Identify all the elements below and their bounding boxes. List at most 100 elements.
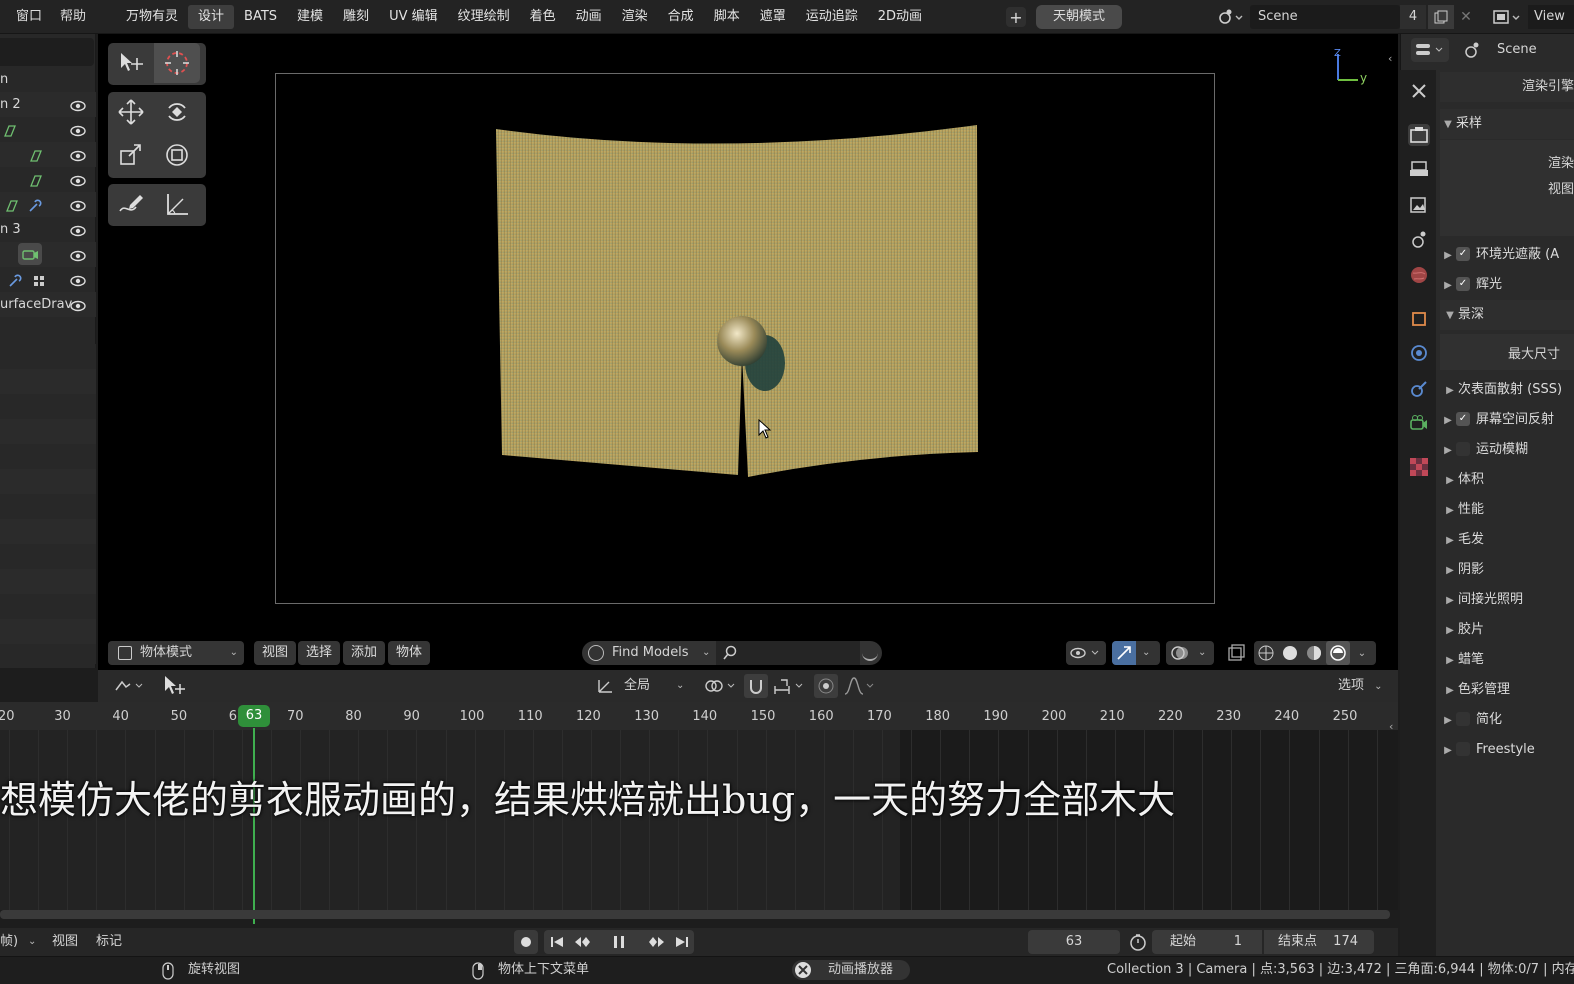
- scale-tool-icon[interactable]: [108, 135, 154, 175]
- section-checkbox[interactable]: ✓: [1456, 411, 1470, 426]
- scene-name-field[interactable]: Scene: [1250, 5, 1400, 29]
- visibility-eye-icon[interactable]: [70, 97, 86, 112]
- pause-icon[interactable]: [594, 930, 644, 954]
- next-keyframe-icon[interactable]: [644, 930, 669, 954]
- physics-tab-icon[interactable]: [1408, 342, 1430, 364]
- workspace-tab-2[interactable]: BATS: [234, 5, 287, 29]
- properties-section-header[interactable]: ▶ 运动模糊: [1440, 435, 1574, 465]
- view-layer-tab-icon[interactable]: [1408, 194, 1430, 216]
- shelf-toggle-icon[interactable]: [862, 645, 878, 661]
- menu-select[interactable]: 选择: [298, 641, 341, 665]
- world-tab-icon[interactable]: [1408, 264, 1430, 286]
- outliner-row[interactable]: urfaceDrav: [0, 292, 96, 317]
- workspace-tab-12[interactable]: 遮罩: [750, 5, 796, 29]
- outliner-filter-field[interactable]: [0, 38, 94, 66]
- visibility-dropdown[interactable]: [1066, 641, 1106, 665]
- snap-target-dropdown-icon[interactable]: [772, 674, 808, 698]
- workspace-tab-0[interactable]: 万物有灵: [116, 5, 188, 29]
- visibility-eye-icon[interactable]: [70, 147, 86, 162]
- outliner-row[interactable]: [0, 242, 96, 267]
- workspace-tab-6[interactable]: 纹理绘制: [448, 5, 520, 29]
- rendered-shading-icon[interactable]: [1326, 641, 1350, 665]
- scene-selector-icon[interactable]: [1214, 6, 1246, 28]
- properties-section-header[interactable]: ▶ 胶片: [1440, 615, 1574, 645]
- properties-section-header[interactable]: ▶ 色彩管理: [1440, 675, 1574, 705]
- timeline-scrollbar[interactable]: [0, 910, 1390, 919]
- workspace-tab-5[interactable]: UV 编辑: [379, 5, 448, 29]
- properties-section-header[interactable]: ▶ ✓ 环境光遮蔽 (A: [1440, 240, 1574, 270]
- xray-toggle-icon[interactable]: [1224, 641, 1248, 665]
- visibility-eye-icon[interactable]: [70, 222, 86, 237]
- gizmo-dropdown[interactable]: ⌄: [1112, 641, 1160, 665]
- workspace-tab-10[interactable]: 合成: [658, 5, 704, 29]
- close-scene-icon[interactable]: ✕: [1456, 5, 1476, 29]
- collapse-region-icon[interactable]: ‹: [1388, 52, 1398, 68]
- properties-section-header[interactable]: ▶ Freestyle: [1440, 735, 1574, 765]
- view-layer-field[interactable]: View: [1528, 5, 1574, 29]
- workspace-tab-7[interactable]: 着色: [520, 5, 566, 29]
- section-checkbox[interactable]: [1456, 441, 1470, 456]
- outliner-row[interactable]: [0, 117, 96, 142]
- find-models-search-input[interactable]: [716, 641, 860, 665]
- menu-object[interactable]: 物体: [388, 641, 431, 665]
- playback-menu[interactable]: 帧): [0, 928, 18, 956]
- camera-data-tab-icon[interactable]: [1408, 412, 1430, 434]
- outliner-row[interactable]: n 2: [0, 92, 96, 117]
- properties-section-header[interactable]: ▼ 景深: [1440, 300, 1574, 330]
- cursor-tool-icon[interactable]: [154, 43, 200, 83]
- collapse-region-icon[interactable]: ‹: [1389, 720, 1393, 733]
- proportional-edit-icon[interactable]: [814, 674, 838, 698]
- stopwatch-icon[interactable]: [1126, 930, 1150, 954]
- constraints-tab-icon[interactable]: [1408, 378, 1430, 400]
- outliner-row[interactable]: [0, 142, 96, 167]
- properties-section-header[interactable]: ▶ 次表面散射 (SSS): [1440, 375, 1574, 405]
- visibility-eye-icon[interactable]: [70, 297, 86, 312]
- render-engine-row[interactable]: 渲染引擎: [1440, 72, 1574, 102]
- object-mode-dropdown[interactable]: 物体模式 ⌄: [108, 641, 244, 665]
- outliner-row[interactable]: [0, 192, 96, 217]
- properties-section-header[interactable]: ▶ 毛发: [1440, 525, 1574, 555]
- tool-tab-icon[interactable]: [1408, 80, 1430, 102]
- cancel-icon[interactable]: [794, 961, 812, 979]
- properties-section-header[interactable]: ▶ ✓ 屏幕空间反射: [1440, 405, 1574, 435]
- scene-tab-icon[interactable]: [1408, 228, 1430, 250]
- section-checkbox[interactable]: ✓: [1456, 276, 1470, 291]
- current-frame-field[interactable]: 63: [1028, 930, 1120, 954]
- output-tab-icon[interactable]: [1408, 158, 1430, 180]
- outliner-row[interactable]: n 3: [0, 217, 96, 242]
- properties-section-header[interactable]: ▶ ✓ 辉光: [1440, 270, 1574, 300]
- prev-keyframe-icon[interactable]: [569, 930, 594, 954]
- menu-help[interactable]: 帮助: [60, 6, 86, 28]
- move-tool-icon[interactable]: [108, 92, 154, 132]
- visibility-eye-icon[interactable]: [70, 247, 86, 262]
- frame-ruler[interactable]: 20 30 40 50 6 70 80 90 100 110 120 130 140 150 160 170 1…: [0, 702, 1398, 730]
- rotate-tool-icon[interactable]: [154, 92, 200, 132]
- properties-editor-type-icon[interactable]: [1411, 38, 1449, 62]
- transform-orientation-dropdown[interactable]: 全局 ⌄: [596, 674, 692, 698]
- navigation-gizmo[interactable]: Z y: [1330, 46, 1374, 88]
- playhead-frame-badge[interactable]: 63: [238, 705, 270, 727]
- properties-section-header[interactable]: ▶ 蜡笔: [1440, 645, 1574, 675]
- texture-tab-icon[interactable]: [1408, 456, 1430, 478]
- workspace-tab-11[interactable]: 脚本: [704, 5, 750, 29]
- render-tab-icon[interactable]: [1408, 124, 1430, 146]
- visibility-eye-icon[interactable]: [70, 272, 86, 287]
- workspace-tab-9[interactable]: 渲染: [612, 5, 658, 29]
- wireframe-shading-icon[interactable]: [1254, 641, 1278, 665]
- section-checkbox[interactable]: ✓: [1456, 246, 1470, 261]
- view-layer-icon[interactable]: [1490, 6, 1524, 28]
- section-checkbox[interactable]: [1456, 741, 1470, 756]
- duplicate-scene-icon[interactable]: [1428, 5, 1454, 29]
- solid-shading-icon[interactable]: [1278, 641, 1302, 665]
- timeline-select-icon[interactable]: [162, 674, 190, 698]
- add-workspace-button[interactable]: +: [1006, 7, 1026, 27]
- workspace-tab-14[interactable]: 2D动画: [868, 5, 932, 29]
- keying-dropdown-icon[interactable]: [112, 676, 148, 696]
- visibility-eye-icon[interactable]: [70, 172, 86, 187]
- overlays-dropdown[interactable]: ⌄: [1166, 641, 1214, 665]
- start-frame-field[interactable]: 起始 1: [1152, 930, 1262, 954]
- transform-tool-icon[interactable]: [154, 135, 200, 175]
- chevron-down-icon[interactable]: ⌄: [1350, 641, 1374, 665]
- workspace-tab-8[interactable]: 动画: [566, 5, 612, 29]
- outliner-row[interactable]: [0, 267, 96, 292]
